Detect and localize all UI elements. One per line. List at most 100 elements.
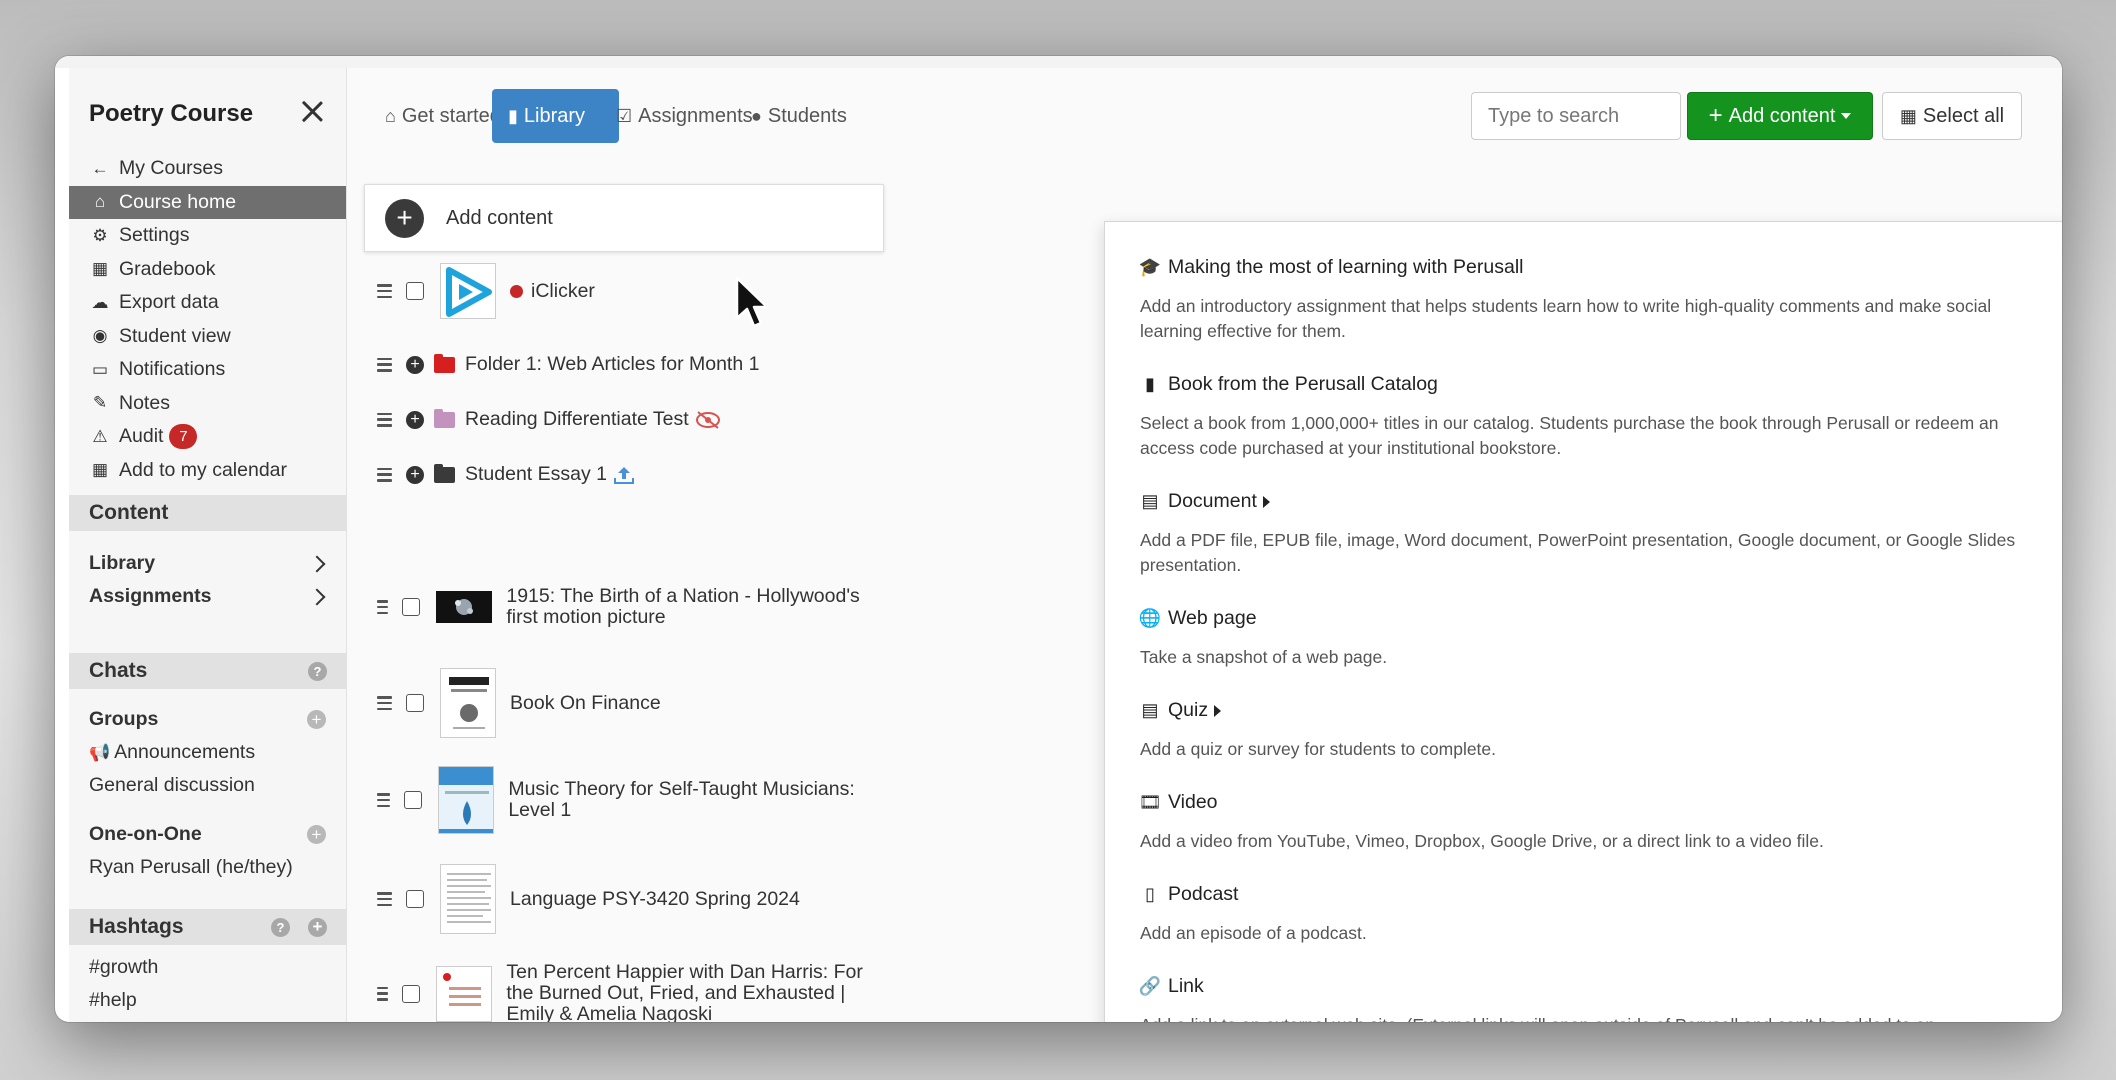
hashtag-growth[interactable]: #growth bbox=[89, 956, 158, 979]
chat-ryan-perusall[interactable]: Ryan Perusall (he/they) bbox=[89, 856, 293, 879]
tab-students[interactable]: ● Students bbox=[735, 89, 863, 143]
item-thumbnail bbox=[440, 864, 496, 934]
library-item[interactable]: Ten Percent Happier with Dan Harris: For… bbox=[377, 962, 877, 1022]
nav-course-home[interactable]: ⌂ Course home bbox=[69, 185, 346, 219]
library-item[interactable]: iClicker bbox=[377, 263, 877, 319]
add-group-icon[interactable]: + bbox=[307, 710, 326, 729]
nav-label: Settings bbox=[119, 224, 190, 247]
drag-handle-icon[interactable] bbox=[377, 600, 389, 614]
library-item[interactable]: Music Theory for Self-Taught Musicians: … bbox=[377, 766, 877, 834]
item-checkbox[interactable] bbox=[402, 984, 421, 1003]
item-thumbnail bbox=[440, 668, 496, 738]
close-sidebar-icon[interactable] bbox=[297, 96, 327, 126]
add-one-on-one-icon[interactable]: + bbox=[307, 825, 326, 844]
menu-option-perusall-intro[interactable]: 🎓 Making the most of learning with Perusa… bbox=[1139, 256, 2040, 344]
chat-general-discussion[interactable]: General discussion bbox=[89, 774, 255, 797]
add-content-button[interactable]: + Add content bbox=[1687, 92, 1873, 140]
chat-announcements[interactable]: 📢 Announcements bbox=[89, 741, 255, 764]
item-title: Music Theory for Self-Taught Musicians: … bbox=[508, 778, 855, 821]
drag-handle-icon[interactable] bbox=[377, 892, 392, 906]
nav-notifications[interactable]: ▭ Notifications bbox=[69, 353, 346, 387]
one-on-one-label: One-on-One bbox=[89, 823, 202, 845]
nav-settings[interactable]: ⚙ Settings bbox=[69, 219, 346, 253]
nav-add-to-calendar[interactable]: ▦ Add to my calendar bbox=[69, 454, 346, 488]
add-content-label: Add content bbox=[1728, 104, 1836, 127]
menu-option-quiz[interactable]: ▤ Quiz Add a quiz or survey for students … bbox=[1140, 699, 2040, 762]
library-item[interactable]: Language PSY-3420 Spring 2024 bbox=[377, 864, 877, 934]
nav-export-data[interactable]: ☁ Export data bbox=[69, 286, 346, 320]
option-title: Video bbox=[1168, 791, 1218, 813]
library-folder[interactable]: + Reading Differentiate Test bbox=[377, 408, 877, 430]
option-title: Podcast bbox=[1168, 883, 1239, 905]
menu-option-podcast[interactable]: ▯ Podcast Add an episode of a podcast. bbox=[1140, 883, 2040, 946]
drag-handle-icon[interactable] bbox=[377, 284, 392, 298]
option-description: Add a quiz or survey for students to com… bbox=[1140, 739, 1497, 759]
upload-icon bbox=[614, 466, 635, 484]
library-item[interactable]: 1915: The Birth of a Nation - Hollywood'… bbox=[377, 586, 877, 628]
nav-notes[interactable]: ✎ Notes bbox=[69, 387, 346, 421]
eye-slash-icon bbox=[695, 410, 720, 429]
nav-label: Export data bbox=[119, 291, 219, 314]
sidebar: Poetry Course ← My Courses ⌂ Course home ⚙… bbox=[69, 68, 347, 1022]
calendar-check-icon: ☑ bbox=[616, 105, 633, 126]
nav-my-courses[interactable]: ← My Courses bbox=[69, 152, 346, 186]
expand-plus-icon[interactable]: + bbox=[406, 410, 424, 429]
library-item[interactable]: Book On Finance bbox=[377, 668, 877, 738]
add-content-row[interactable]: + Add content bbox=[364, 184, 884, 252]
nav-student-view[interactable]: ◉ Student view bbox=[69, 320, 346, 354]
menu-option-document[interactable]: ▤ Document Add a PDF file, EPUB file, ima… bbox=[1140, 490, 2040, 578]
sidebar-library[interactable]: Library bbox=[89, 552, 327, 576]
expand-plus-icon[interactable]: + bbox=[406, 465, 424, 484]
item-checkbox[interactable] bbox=[406, 282, 424, 300]
item-checkbox[interactable] bbox=[402, 598, 421, 616]
sidebar-assignments[interactable]: Assignments bbox=[89, 585, 327, 609]
window-top-strip bbox=[55, 56, 2062, 68]
item-thumbnail bbox=[440, 263, 496, 319]
globe-icon: 🌐 bbox=[1138, 608, 1162, 628]
drag-handle-icon[interactable] bbox=[377, 986, 389, 1001]
menu-option-web-page[interactable]: 🌐 Web page Take a snapshot of a web page. bbox=[1138, 607, 2040, 670]
drag-handle-icon[interactable] bbox=[377, 412, 392, 427]
add-hashtag-icon[interactable]: + bbox=[308, 917, 327, 937]
option-title: Book from the Perusall Catalog bbox=[1168, 373, 1438, 395]
caret-right-icon bbox=[1214, 704, 1222, 717]
drag-handle-icon[interactable] bbox=[377, 696, 392, 710]
book-icon: ▮ bbox=[1145, 374, 1155, 394]
pencil-icon: ✎ bbox=[92, 393, 108, 413]
library-folder[interactable]: + Student Essay 1 bbox=[377, 463, 877, 485]
nav-audit[interactable]: ⚠ Audit 7 bbox=[69, 420, 346, 454]
help-icon[interactable]: ? bbox=[271, 917, 290, 937]
groups-label: Groups bbox=[89, 708, 159, 730]
drag-handle-icon[interactable] bbox=[377, 467, 392, 482]
help-icon[interactable]: ? bbox=[308, 661, 327, 681]
nav-label: Gradebook bbox=[119, 257, 216, 280]
nav-gradebook[interactable]: ▦ Gradebook bbox=[69, 253, 346, 287]
file-icon: ▤ bbox=[1141, 491, 1159, 511]
item-checkbox[interactable] bbox=[406, 890, 424, 908]
expand-plus-icon[interactable]: + bbox=[406, 355, 424, 374]
caret-down-icon bbox=[1841, 113, 1852, 119]
drag-handle-icon[interactable] bbox=[377, 793, 391, 807]
nav-label: Audit bbox=[119, 425, 164, 448]
menu-option-video[interactable]: 🎞 Video Add a video from YouTube, Vimeo, … bbox=[1138, 791, 2040, 854]
drag-handle-icon[interactable] bbox=[377, 357, 392, 372]
folder-icon bbox=[434, 353, 455, 373]
nav-label: Notes bbox=[119, 391, 170, 414]
section-title: Hashtags bbox=[89, 915, 184, 938]
chevron-right-icon bbox=[308, 588, 326, 606]
item-checkbox[interactable] bbox=[404, 791, 423, 809]
gear-icon: ⚙ bbox=[92, 225, 108, 245]
library-folder[interactable]: + Folder 1: Web Articles for Month 1 bbox=[377, 353, 877, 375]
menu-option-link[interactable]: 🔗 Link Add a link to an external web site… bbox=[1139, 975, 2040, 1022]
menu-option-catalog-book[interactable]: ▮ Book from the Perusall Catalog Select a… bbox=[1140, 373, 2040, 461]
item-checkbox[interactable] bbox=[406, 694, 424, 712]
audio-file-icon: ▯ bbox=[1145, 884, 1155, 904]
hashtag-help[interactable]: #help bbox=[89, 989, 137, 1012]
arrow-left-icon: ← bbox=[91, 158, 109, 178]
item-title: Book On Finance bbox=[510, 691, 661, 714]
option-description: Add a video from YouTube, Vimeo, Dropbox… bbox=[1140, 831, 1824, 851]
film-icon: 🎞 bbox=[1138, 792, 1162, 812]
select-all-button[interactable]: ▦ Select all bbox=[1882, 92, 2022, 140]
option-title: Web page bbox=[1168, 607, 1257, 629]
search-input[interactable] bbox=[1471, 92, 1681, 140]
